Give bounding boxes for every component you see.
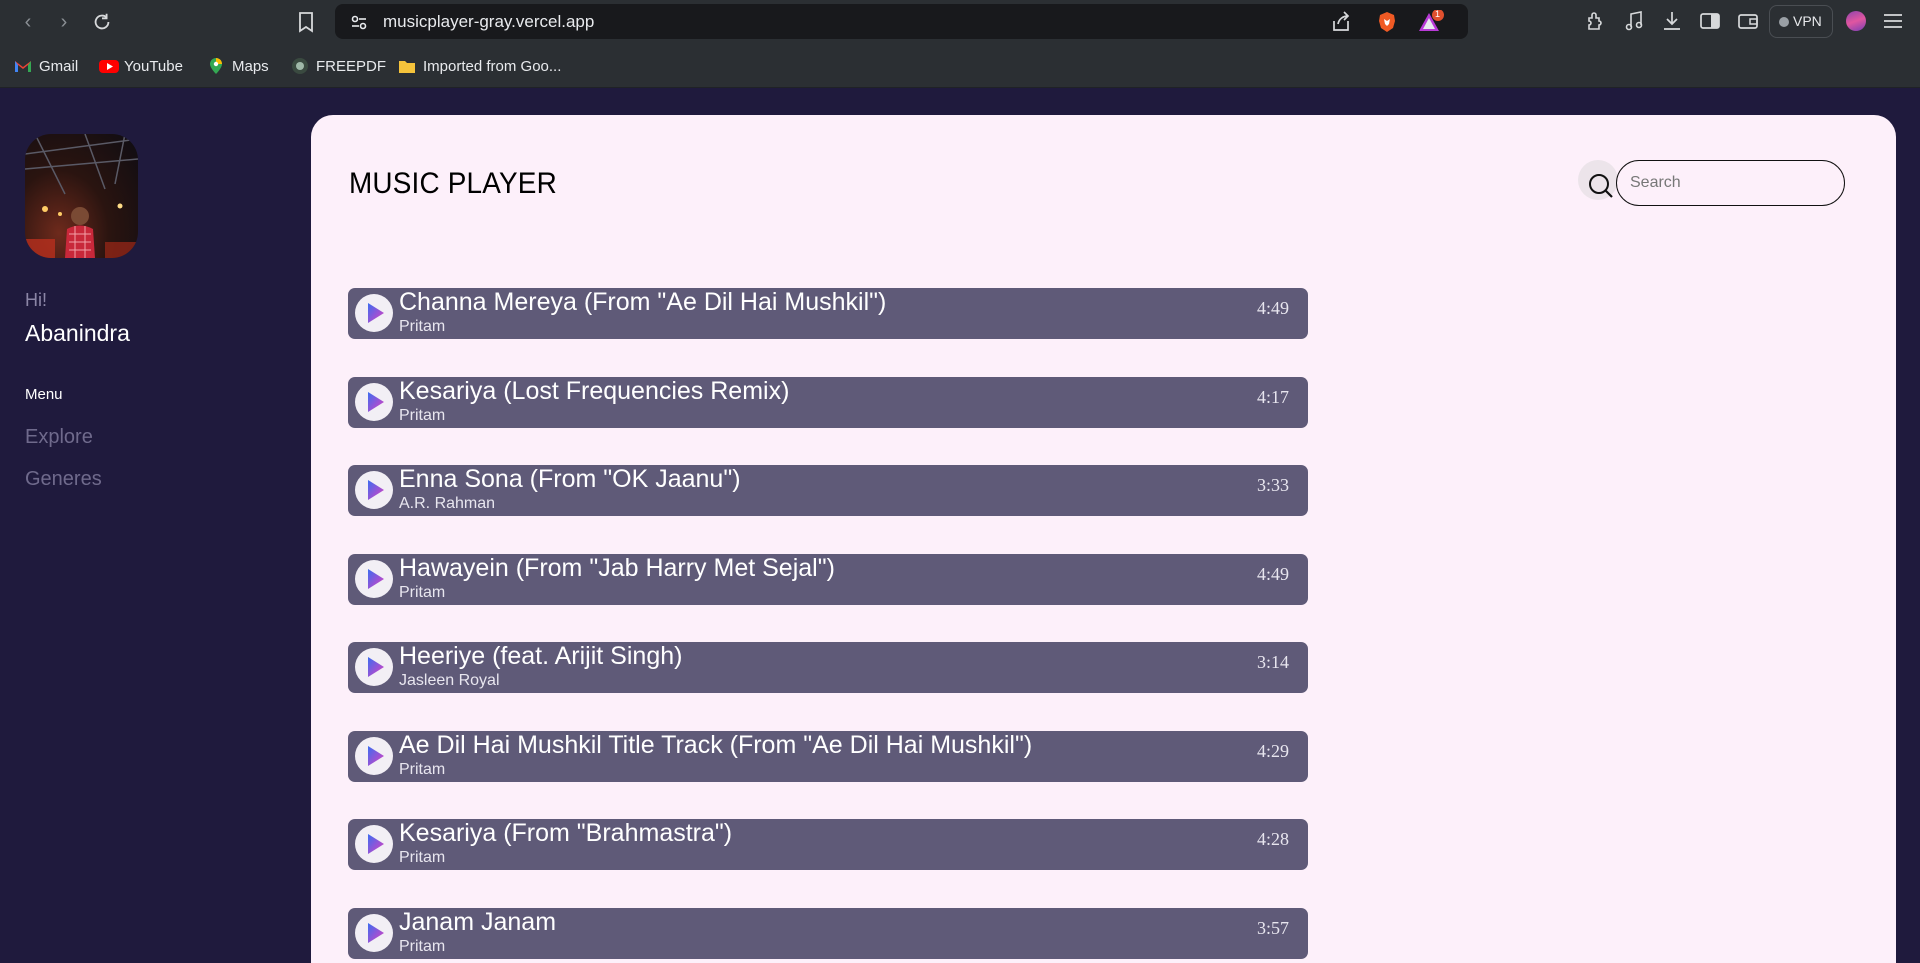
- site-settings-icon[interactable]: [347, 10, 371, 34]
- brave-shields-icon[interactable]: [1375, 10, 1399, 34]
- play-button[interactable]: [355, 913, 393, 952]
- bookmarks-bar: Gmail YouTube Maps FREEPDF Imported from…: [0, 44, 1920, 88]
- search-input[interactable]: [1616, 160, 1845, 206]
- page-title: MUSIC PLAYER: [349, 167, 557, 200]
- song-artist: Pritam: [399, 318, 446, 335]
- song-duration: 3:57: [1256, 917, 1289, 938]
- menu-item-generes[interactable]: Generes: [25, 468, 102, 491]
- play-icon: [368, 745, 384, 766]
- song-row[interactable]: Enna Sona (From "OK Jaanu") A.R. Rahman 3:…: [348, 465, 1308, 516]
- song-artist: Pritam: [399, 583, 446, 601]
- play-button[interactable]: [355, 825, 393, 863]
- bookmark-gmail[interactable]: Gmail: [14, 56, 78, 76]
- forward-icon[interactable]: ›: [50, 8, 78, 36]
- song-duration: 4:29: [1256, 740, 1289, 761]
- username: Abanindra: [25, 320, 130, 346]
- play-icon: [368, 657, 384, 677]
- freepdf-icon: [291, 57, 309, 75]
- download-icon[interactable]: [1660, 9, 1686, 35]
- song-row[interactable]: Janam Janam Pritam 3:57: [348, 907, 1308, 959]
- menu-icon[interactable]: [1882, 9, 1908, 35]
- song-title: Kesariya (From "Brahmastra"): [399, 819, 733, 847]
- play-button[interactable]: [355, 294, 393, 332]
- song-duration: 3:33: [1256, 475, 1289, 495]
- vpn-label: VPN: [1793, 13, 1822, 29]
- song-row[interactable]: Hawayein (From "Jab Harry Met Sejal") Pri…: [348, 553, 1308, 605]
- song-title: Heeriye (feat. Arijit Singh): [399, 642, 683, 670]
- bookmark-label: Maps: [232, 57, 269, 75]
- song-artist: Pritam: [399, 937, 446, 955]
- bookmark-page-icon[interactable]: [294, 10, 318, 34]
- song-duration: 4:49: [1256, 563, 1289, 584]
- share-icon[interactable]: [1329, 10, 1353, 34]
- song-row[interactable]: Kesariya (From "Brahmastra") Pritam 4:28: [348, 819, 1308, 870]
- bookmark-imported-folder[interactable]: Imported from Goo...: [398, 56, 561, 76]
- gmail-icon: [14, 57, 32, 75]
- menu-heading: Menu: [25, 386, 63, 403]
- search-button[interactable]: [1578, 160, 1618, 200]
- song-title: Enna Sona (From "OK Jaanu"): [399, 465, 741, 493]
- address-bar[interactable]: musicplayer-gray.vercel.app 1: [335, 4, 1468, 39]
- vpn-button[interactable]: VPN: [1769, 5, 1833, 38]
- sidebar-toggle-icon[interactable]: [1698, 9, 1724, 35]
- browser-profile-avatar[interactable]: [1846, 11, 1866, 31]
- song-artist: A.R. Rahman: [399, 495, 496, 512]
- youtube-icon: [99, 57, 119, 75]
- play-icon: [368, 480, 384, 500]
- song-duration: 4:49: [1256, 298, 1289, 318]
- song-artist: Pritam: [399, 760, 446, 778]
- brave-rewards-icon[interactable]: 1: [1418, 9, 1444, 34]
- music-player-app: Hi! Abanindra Menu Explore Generes MUSIC…: [0, 88, 1920, 963]
- bookmark-label: Gmail: [39, 57, 79, 75]
- bookmark-youtube[interactable]: YouTube: [99, 56, 183, 76]
- play-button[interactable]: [355, 471, 393, 509]
- song-artist: Jasleen Royal: [399, 672, 500, 689]
- play-icon: [368, 834, 384, 854]
- media-icon[interactable]: [1622, 9, 1648, 35]
- play-button[interactable]: [355, 382, 393, 421]
- play-button[interactable]: [355, 648, 393, 686]
- song-title: Kesariya (Lost Frequencies Remix): [399, 376, 790, 405]
- play-icon: [368, 391, 384, 412]
- play-icon: [368, 568, 384, 589]
- profile-avatar: [25, 134, 138, 258]
- sidebar: Hi! Abanindra Menu Explore Generes: [0, 88, 310, 963]
- bookmark-label: Imported from Goo...: [423, 57, 562, 75]
- search-icon: [1589, 174, 1613, 198]
- play-button[interactable]: [355, 559, 393, 598]
- song-title: Hawayein (From "Jab Harry Met Sejal"): [399, 553, 835, 582]
- wallet-icon[interactable]: [1736, 9, 1762, 35]
- maps-icon: [207, 57, 225, 75]
- play-button[interactable]: [355, 736, 393, 775]
- reload-icon[interactable]: [88, 8, 116, 36]
- song-row[interactable]: Channa Mereya (From "Ae Dil Hai Mushkil"…: [348, 288, 1308, 339]
- song-artist: Pritam: [399, 406, 446, 424]
- song-artist: Pritam: [399, 849, 446, 866]
- bookmark-maps[interactable]: Maps: [207, 56, 269, 76]
- rewards-badge: 1: [1435, 9, 1441, 19]
- bookmark-freepdf[interactable]: FREEPDF: [291, 56, 386, 76]
- song-duration: 4:28: [1256, 829, 1289, 849]
- folder-icon: [398, 57, 416, 75]
- browser-toolbar: ‹ › musicplayer-gray.vercel.app 1 VPN: [0, 0, 1920, 44]
- song-duration: 4:17: [1256, 386, 1289, 407]
- greeting-text: Hi!: [25, 290, 47, 310]
- vpn-status-icon: [1779, 17, 1789, 27]
- back-icon[interactable]: ‹: [14, 8, 42, 36]
- extensions-icon[interactable]: [1584, 9, 1610, 35]
- bookmark-label: YouTube: [124, 57, 183, 75]
- url-text: musicplayer-gray.vercel.app: [383, 12, 595, 31]
- song-title: Ae Dil Hai Mushkil Title Track (From "Ae…: [399, 730, 1033, 759]
- main-panel: MUSIC PLAYER Channa Mereya (From "Ae Dil…: [311, 115, 1896, 963]
- song-duration: 3:14: [1256, 652, 1289, 672]
- song-row[interactable]: Heeriye (feat. Arijit Singh) Jasleen Roya…: [348, 642, 1308, 693]
- song-row[interactable]: Kesariya (Lost Frequencies Remix) Pritam 4…: [348, 376, 1308, 428]
- song-title: Janam Janam: [399, 907, 557, 936]
- song-title: Channa Mereya (From "Ae Dil Hai Mushkil"…: [399, 288, 887, 316]
- play-icon: [368, 303, 384, 323]
- play-icon: [368, 922, 384, 943]
- menu-item-explore[interactable]: Explore: [25, 426, 93, 449]
- bookmark-label: FREEPDF: [316, 57, 387, 75]
- song-row[interactable]: Ae Dil Hai Mushkil Title Track (From "Ae…: [348, 730, 1308, 782]
